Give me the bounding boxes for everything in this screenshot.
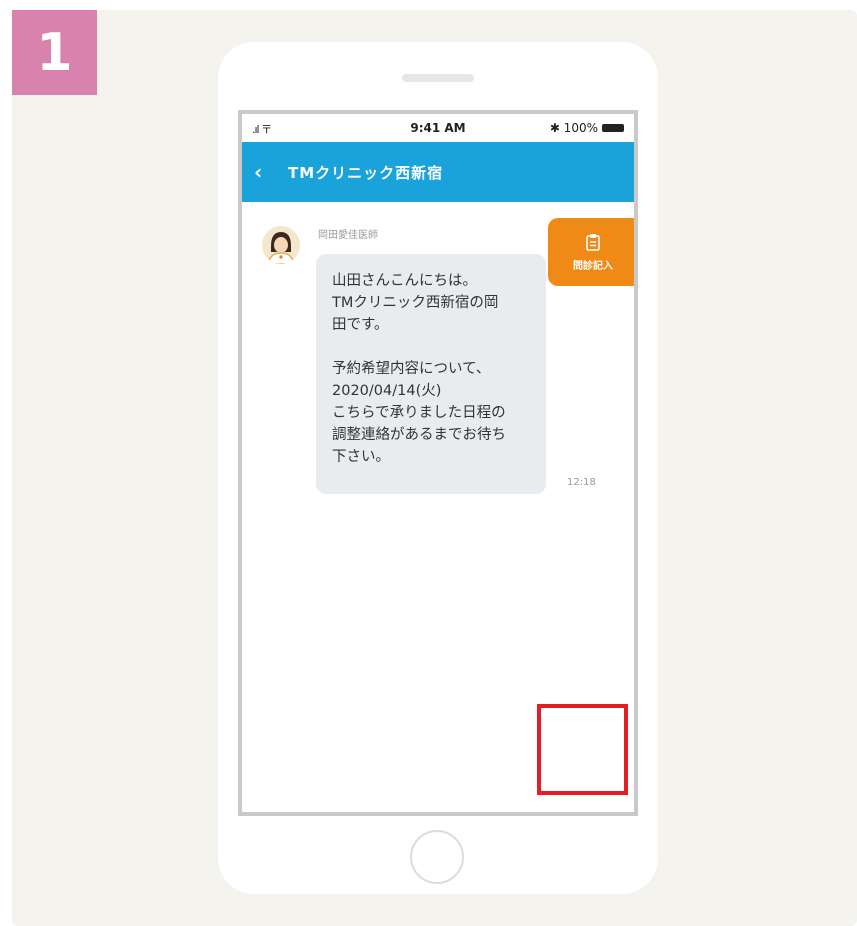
step-number-badge: 1 bbox=[12, 10, 97, 95]
questionnaire-tab-label: 問診記入 bbox=[573, 260, 613, 272]
status-bar: .ıl 〒 9:41 AM ✱ 100% bbox=[242, 114, 634, 142]
battery-indicator: ✱ 100% bbox=[550, 121, 624, 135]
chat-header: ‹ TMクリニック西新宿 bbox=[242, 142, 634, 202]
clipboard-icon bbox=[586, 233, 600, 251]
message-line: 山田さんこんにちは。 bbox=[332, 273, 477, 289]
message-bubble: 山田さんこんにちは。 TMクリニック西新宿の岡 田です。 予約希望内容について、… bbox=[316, 254, 546, 494]
home-button[interactable] bbox=[410, 830, 464, 884]
message-line: こちらで承りました日程の bbox=[332, 405, 506, 421]
message-line: 田です。 bbox=[332, 317, 389, 333]
battery-icon bbox=[602, 124, 624, 132]
highlight-box bbox=[537, 704, 628, 795]
back-icon[interactable]: ‹ bbox=[254, 160, 262, 184]
message-timestamp: 12:18 bbox=[567, 477, 596, 488]
message-line: TMクリニック西新宿の岡 bbox=[332, 295, 499, 311]
message-line: 下さい。 bbox=[332, 449, 390, 465]
sender-name: 岡田愛佳医師 bbox=[318, 230, 378, 241]
compose-message-button[interactable] bbox=[551, 813, 619, 816]
message-line: 2020/04/14(火) bbox=[332, 383, 442, 399]
clinic-title: TMクリニック西新宿 bbox=[288, 164, 444, 182]
battery-percent: ✱ 100% bbox=[549, 121, 598, 135]
message-line: 予約希望内容について、 bbox=[332, 361, 491, 377]
questionnaire-tab[interactable]: 問診記入 bbox=[548, 218, 634, 286]
avatar-portrait-icon bbox=[262, 226, 300, 264]
phone-speaker bbox=[402, 74, 474, 82]
message-line: 調整連絡があるまでお待ち bbox=[332, 427, 506, 443]
doctor-avatar bbox=[262, 226, 300, 264]
